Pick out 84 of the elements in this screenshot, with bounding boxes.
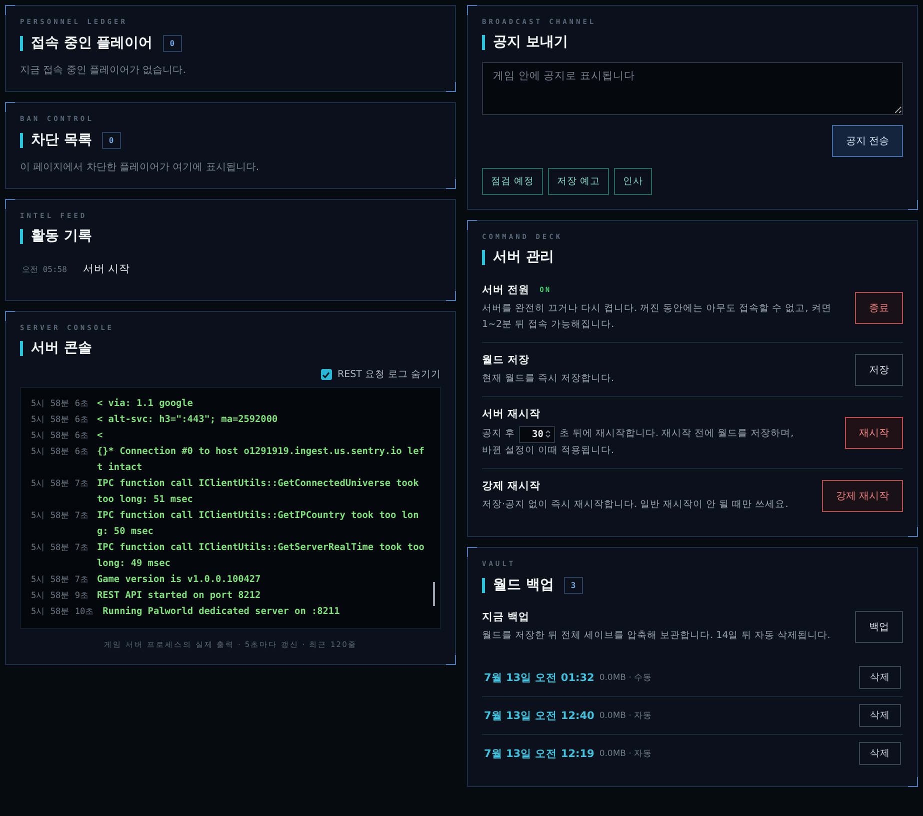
delete-button[interactable]: 삭제 — [859, 742, 901, 765]
backup-date: 7월 13일 오전 12:19 — [484, 746, 594, 760]
count-badge: 0 — [102, 132, 121, 149]
backup-meta: 0.0MB · 자동 — [599, 748, 654, 760]
console-line: Running Palworld dedicated server on :8211 — [102, 605, 341, 619]
console-line: < via: 1.1 google — [97, 397, 194, 411]
delete-button[interactable]: 삭제 — [859, 666, 901, 689]
description: 월드를 저장한 뒤 전체 세이브를 압축해 보관합니다. 14일 뒤 자동 삭제됩니다. — [482, 629, 830, 643]
panel-title: 서버 관리 — [482, 250, 554, 265]
description: 초 뒤에 재시작합니다. 재시작 전에 월드를 저장하며, — [559, 427, 794, 441]
action-button[interactable]: 저장 — [855, 354, 903, 386]
description: 저장·공지 없이 즉시 재시작합니다. 일반 재시작이 안 될 때만 쓰세요. — [482, 498, 788, 512]
console-time: 5시 58분 7초 — [31, 542, 90, 555]
panel-title: 활동 기록 — [20, 229, 92, 244]
corner-mark — [467, 547, 477, 557]
panel-title: 월드 백업 — [482, 578, 554, 593]
panel-title: 접속 중인 플레이어 — [20, 36, 153, 51]
empty-message: 이 페이지에서 차단한 플레이어가 여기에 표시됩니다. — [20, 161, 260, 174]
console-time: 5시 58분 7초 — [31, 574, 90, 587]
description: 현재 월드를 즉시 저장합니다. — [482, 372, 614, 386]
console-line: IPC function call IClientUtils::GetServerRealTime took too long: 49 msec — [97, 541, 426, 571]
console-time: 5시 58분 6초 — [31, 430, 90, 443]
send-notice-button[interactable]: 공지 전송 — [832, 125, 903, 157]
corner-mark — [446, 179, 456, 189]
console-line: IPC function call IClientUtils::GetConnectedUniverse took too long: 51 msec — [97, 477, 420, 507]
corner-mark — [908, 527, 918, 537]
description: 서버를 완전히 끄거나 다시 켭니다. 꺼진 동안에는 아무도 접속할 수 없고, 켜면 1~2분 뒤 접속 가능해집니다. — [482, 302, 832, 332]
action-title: 서버 재시작 — [482, 407, 541, 421]
seconds-field[interactable]: 30 — [519, 426, 556, 442]
action-button[interactable]: 강제 재시작 — [822, 480, 903, 512]
scrollbar-thumb — [433, 582, 435, 606]
checkbox-label: REST 요청 로그 숨기기 — [338, 368, 441, 381]
corner-mark — [5, 311, 15, 321]
console-line: {}* Connection #0 to host o1291919.ingest.us.sentry.io left intact — [97, 445, 426, 475]
delete-button[interactable]: 삭제 — [859, 704, 901, 727]
action-title: 지금 백업 — [482, 610, 530, 624]
log-time: 오전 05:58 — [22, 264, 67, 274]
console-line: < alt-svc: h3=":443"; ma=2592000 — [97, 413, 279, 427]
empty-message: 지금 접속 중인 플레이어가 없습니다. — [20, 64, 187, 77]
action-title: 서버 전원 — [482, 283, 530, 297]
console-line: Game version is v1.0.0.100427 — [97, 573, 262, 587]
notice-field[interactable]: 게임 안에 공지로 표시됩니다 — [482, 62, 903, 115]
spinner-icon[interactable] — [545, 429, 552, 439]
backup-meta: 0.0MB · 수동 — [599, 672, 654, 684]
backup-date: 7월 13일 오전 01:32 — [484, 670, 594, 684]
console-time: 5시 58분 10초 — [31, 606, 96, 619]
corner-mark — [5, 199, 15, 209]
preset-button[interactable]: 인사 — [614, 168, 652, 195]
preset-button[interactable]: 저장 예고 — [548, 168, 610, 195]
hide-rest-checkbox[interactable] — [320, 369, 332, 380]
corner-mark — [908, 777, 918, 787]
console-time: 5시 58분 6초 — [31, 446, 90, 459]
console-time: 5시 58분 7초 — [31, 478, 90, 491]
backup-date: 7월 13일 오전 12:40 — [484, 708, 594, 722]
panel-title: 공지 보내기 — [482, 35, 568, 50]
preset-button[interactable]: 점검 예정 — [482, 168, 544, 195]
description: 바뀐 설정이 이때 적용됩니다. — [482, 444, 616, 458]
corner-mark — [5, 5, 15, 15]
description: 공지 후 — [482, 427, 516, 441]
console-time: 5시 58분 6초 — [31, 398, 90, 411]
console-line: REST API started on port 8212 — [97, 589, 262, 603]
action-button[interactable]: 재시작 — [845, 417, 903, 449]
backup-button[interactable]: 백업 — [855, 611, 903, 643]
console-line: IPC function call IClientUtils::GetIPCountry took too long: 50 msec — [97, 509, 420, 539]
console-time: 5시 58분 6초 — [31, 414, 90, 427]
backup-meta: 0.0MB · 자동 — [599, 710, 654, 722]
corner-mark — [467, 5, 477, 15]
corner-mark — [5, 102, 15, 112]
corner-mark — [467, 220, 477, 230]
panel-title: 서버 콘솔 — [20, 341, 92, 356]
action-title: 월드 저장 — [482, 353, 530, 367]
action-title: 강제 재시작 — [482, 479, 541, 493]
console-time: 5시 58분 7초 — [31, 510, 90, 523]
corner-mark — [446, 291, 456, 301]
count-badge: 0 — [162, 35, 182, 52]
corner-mark — [446, 82, 456, 92]
corner-mark — [446, 655, 456, 665]
count-badge: 3 — [564, 577, 583, 594]
panel-title: 차단 목록 — [20, 133, 92, 148]
action-button[interactable]: 종료 — [855, 292, 903, 324]
console-line: < — [97, 429, 104, 443]
console-time: 5시 58분 9초 — [31, 590, 90, 603]
corner-mark — [908, 200, 918, 210]
log-entry: 서버 시작 — [82, 262, 130, 276]
